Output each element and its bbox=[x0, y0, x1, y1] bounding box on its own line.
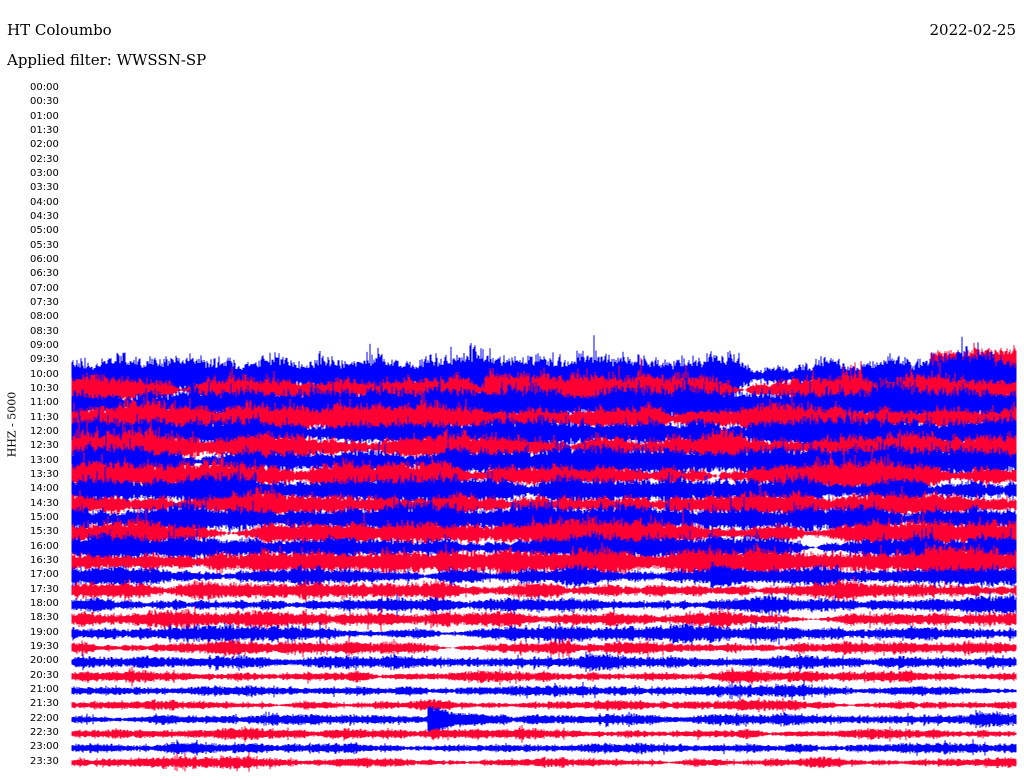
trace-row-2100 bbox=[71, 680, 1017, 700]
trace-row-2030 bbox=[71, 666, 1017, 687]
trace-row-2300 bbox=[71, 739, 1017, 756]
trace-row-2230 bbox=[71, 725, 1017, 743]
trace-row-1900 bbox=[71, 621, 1017, 648]
trace-row-2130 bbox=[71, 697, 1017, 713]
trace-row-2000 bbox=[71, 651, 1017, 673]
helicorder-plot bbox=[71, 335, 1017, 772]
trace-row-2330 bbox=[71, 752, 1017, 772]
